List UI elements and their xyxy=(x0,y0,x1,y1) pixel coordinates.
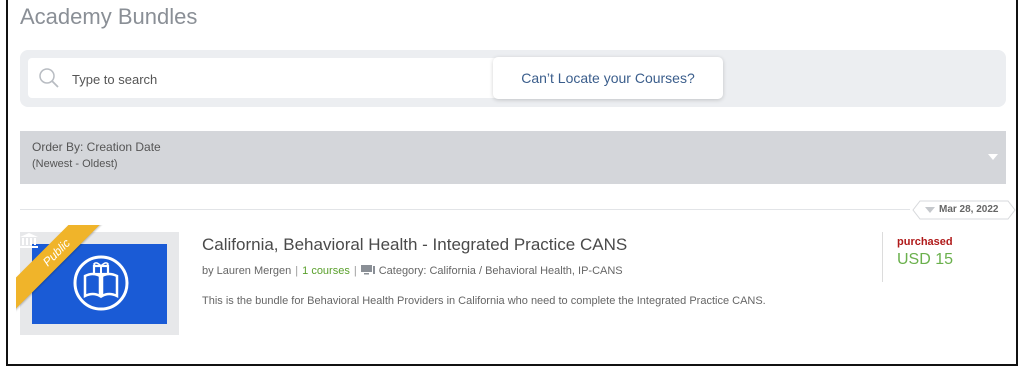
order-by-dropdown[interactable]: Order By: Creation Date (Newest - Oldest… xyxy=(20,131,1006,184)
bundle-meta: by Lauren Mergen | 1 courses | Category: Cal… xyxy=(202,265,623,277)
date-divider xyxy=(20,209,910,210)
order-by-label: Order By: Creation Date xyxy=(32,140,161,154)
cant-locate-courses-button[interactable]: Can’t Locate your Courses? xyxy=(493,57,723,99)
search-input[interactable] xyxy=(70,58,494,100)
monitor-icon xyxy=(360,265,375,275)
date-badge: Mar 28, 2022 xyxy=(912,200,1016,220)
ribbon-label: Public xyxy=(40,235,74,269)
bundle-author[interactable]: by Lauren Mergen xyxy=(202,265,291,277)
page-title: Academy Bundles xyxy=(20,4,198,29)
search-icon xyxy=(39,68,59,88)
search-box[interactable] xyxy=(28,58,498,100)
chevron-down-icon xyxy=(988,154,998,160)
bundle-courses-link[interactable]: 1 courses xyxy=(302,265,350,277)
bank-icon xyxy=(20,233,38,248)
price-divider xyxy=(882,232,883,282)
bundle-description: This is the bundle for Behavioral Health… xyxy=(202,295,766,307)
meta-separator: | xyxy=(353,265,357,277)
order-by-sublabel: (Newest - Oldest) xyxy=(32,158,118,170)
search-panel: Can’t Locate your Courses? xyxy=(20,50,1006,107)
bundle-title[interactable]: California, Behavioral Health - Integrat… xyxy=(202,235,627,255)
bundle-date: Mar 28, 2022 xyxy=(939,204,999,215)
meta-separator: | xyxy=(295,265,299,277)
bundle-price: USD 15 xyxy=(897,251,954,268)
purchase-status: purchased xyxy=(897,236,953,248)
triangle-down-icon xyxy=(925,207,935,213)
bundle-category: Category: California / Behavioral Health… xyxy=(378,265,623,277)
